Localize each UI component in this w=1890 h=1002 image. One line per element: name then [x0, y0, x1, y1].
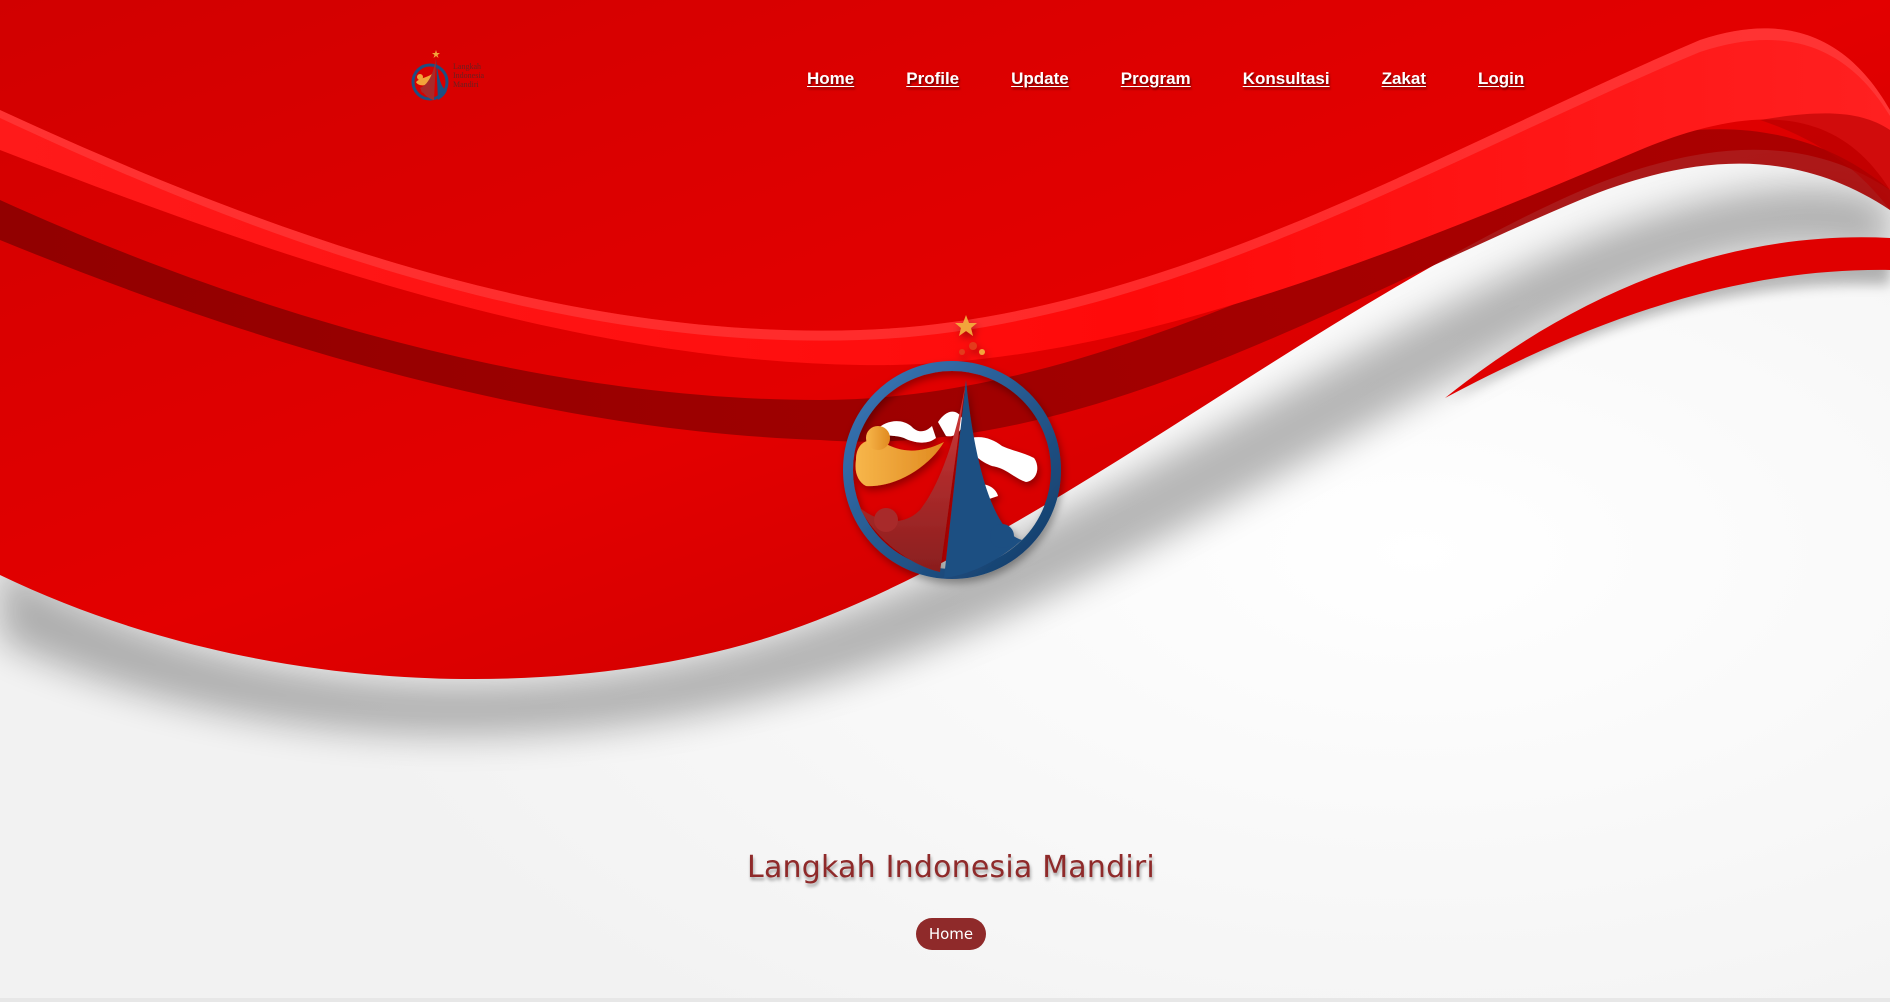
- main-nav: Home Profile Update Program Konsultasi Z…: [807, 66, 1524, 92]
- breadcrumb-home[interactable]: Home: [916, 918, 986, 950]
- hero-caption: Langkah Indonesia Mandiri Home: [0, 820, 1890, 1002]
- nav-konsultasi[interactable]: Konsultasi: [1243, 69, 1330, 89]
- brand-text: Langkah Indonesia Mandiri: [453, 62, 485, 89]
- nav-zakat[interactable]: Zakat: [1382, 69, 1426, 89]
- divider: [0, 998, 1890, 1002]
- nav-login[interactable]: Login: [1478, 69, 1524, 89]
- page: Langkah Indonesia Mandiri Home Profile U…: [0, 0, 1890, 1002]
- nav-update[interactable]: Update: [1011, 69, 1069, 89]
- nav-profile[interactable]: Profile: [906, 69, 959, 89]
- brand-logo[interactable]: Langkah Indonesia Mandiri: [406, 48, 498, 106]
- site-header: Langkah Indonesia Mandiri Home Profile U…: [0, 0, 1890, 160]
- brand-logo-icon: [411, 50, 449, 101]
- page-title: Langkah Indonesia Mandiri: [747, 850, 1155, 885]
- nav-home[interactable]: Home: [807, 69, 854, 89]
- hero-emblem-logo: [843, 315, 1061, 579]
- nav-program[interactable]: Program: [1121, 69, 1191, 89]
